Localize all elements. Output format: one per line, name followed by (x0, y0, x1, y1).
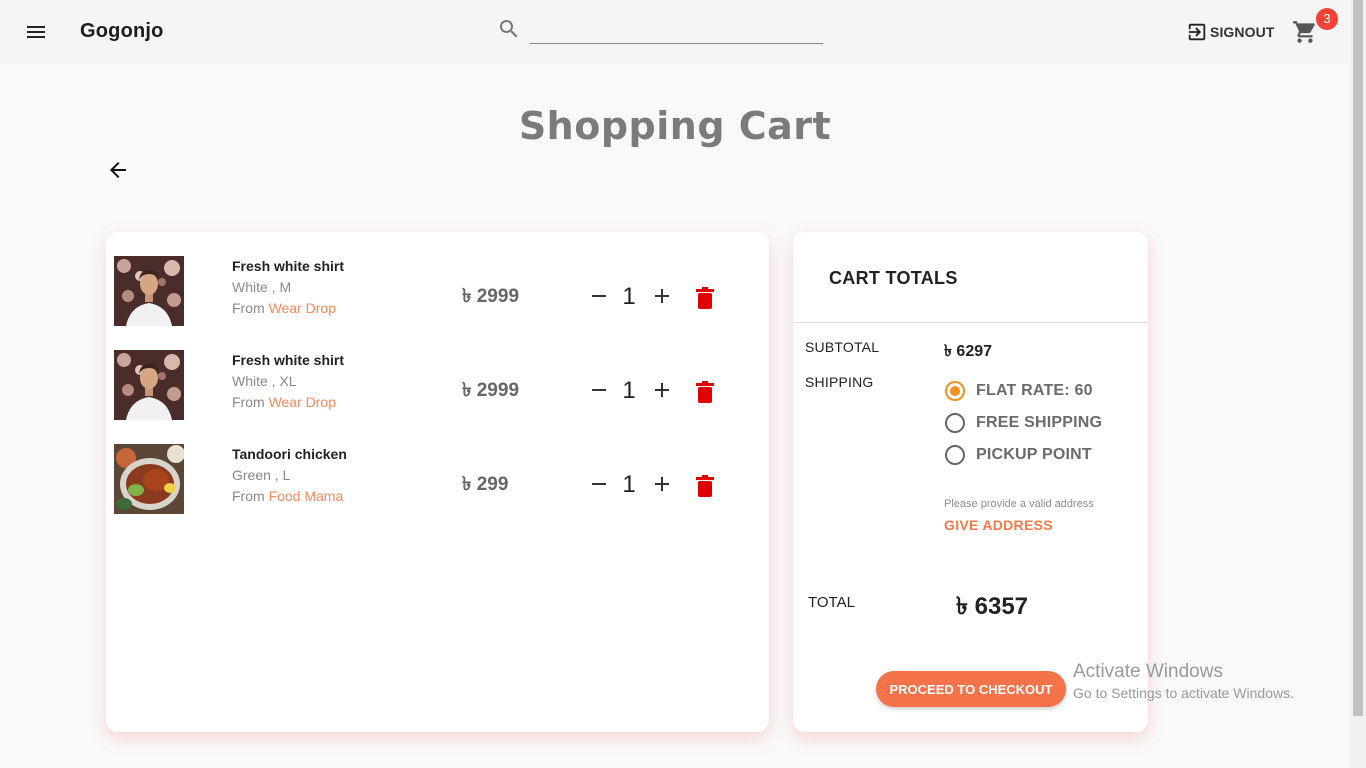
back-arrow-icon[interactable] (106, 158, 130, 182)
from-label: From (232, 488, 265, 504)
item-variant: White , XL (232, 373, 297, 389)
trash-icon[interactable] (695, 475, 715, 497)
minus-icon[interactable] (589, 286, 609, 306)
radio-selected[interactable] (945, 381, 965, 401)
radio-unselected[interactable] (945, 445, 965, 465)
quantity-value: 1 (622, 377, 636, 404)
item-name[interactable]: Tandoori chicken (232, 446, 347, 462)
shipping-option-label: FREE SHIPPING (976, 414, 1103, 431)
shipping-option-free-shipping[interactable]: FREE SHIPPING (945, 412, 1102, 434)
page-title: Shopping Cart (518, 104, 832, 148)
watermark-title: Activate Windows (1073, 661, 1223, 682)
shipping-option-pickup-point[interactable]: PICKUP POINT (945, 444, 1092, 466)
from-label: From (232, 300, 265, 316)
signout-button[interactable]: SIGNOUT (1186, 20, 1274, 44)
page-scrollbar[interactable] (1350, 0, 1366, 768)
plus-icon[interactable] (652, 474, 672, 494)
proceed-to-checkout-button[interactable]: PROCEED TO CHECKOUT (876, 671, 1066, 707)
item-variant: Green , L (232, 467, 291, 483)
shipping-option-flat-rate[interactable]: FLAT RATE: 60 (945, 380, 1093, 402)
item-name[interactable]: Fresh white shirt (232, 352, 344, 368)
cart-item: Fresh white shirt White , M From Wear Dr… (114, 256, 754, 326)
item-price: ৳ 299 (462, 474, 509, 495)
search-input[interactable] (530, 16, 823, 44)
item-shop: From Food Mama (232, 488, 343, 504)
activate-windows-watermark: Activate Windows Go to Settings to activ… (1073, 661, 1294, 701)
total-value: ৳ 6357 (956, 593, 1029, 620)
item-price: ৳ 2999 (462, 286, 520, 307)
item-variant: White , M (232, 279, 292, 295)
shop-link[interactable]: Food Mama (269, 488, 344, 504)
product-image (114, 350, 184, 420)
quantity-value: 1 (622, 471, 636, 498)
quantity-value: 1 (622, 283, 636, 310)
shipping-option-label: FLAT RATE: 60 (976, 382, 1093, 399)
cart-totals-title: CART TOTALS (829, 268, 958, 288)
divider (793, 322, 1148, 323)
watermark-subtitle: Go to Settings to activate Windows. (1073, 685, 1294, 701)
shop-link[interactable]: Wear Drop (269, 300, 336, 316)
item-shop: From Wear Drop (232, 300, 336, 316)
cart-items-panel: Fresh white shirt White , M From Wear Dr… (106, 232, 769, 732)
cart-totals-panel: CART TOTALS SUBTOTAL ৳ 6297 SHIPPING FLA… (793, 232, 1148, 732)
cart-icon[interactable] (1292, 19, 1318, 45)
item-shop: From Wear Drop (232, 394, 336, 410)
subtotal-label: SUBTOTAL (805, 339, 880, 355)
subtotal-value: ৳ 6297 (944, 343, 993, 360)
radio-unselected[interactable] (945, 413, 965, 433)
product-image (114, 256, 184, 326)
shipping-option-label: PICKUP POINT (976, 446, 1092, 463)
shop-link[interactable]: Wear Drop (269, 394, 336, 410)
item-price: ৳ 2999 (462, 380, 520, 401)
trash-icon[interactable] (695, 381, 715, 403)
total-label: TOTAL (808, 594, 855, 611)
signout-label: SIGNOUT (1210, 24, 1275, 40)
app-bar: Gogonjo SIGNOUT 3 (0, 0, 1350, 64)
scrollbar-thumb[interactable] (1353, 0, 1363, 716)
signout-icon (1188, 23, 1206, 41)
minus-icon[interactable] (589, 474, 609, 494)
give-address-button[interactable]: GIVE ADDRESS (944, 517, 1053, 533)
address-note: Please provide a valid address (944, 498, 1094, 510)
product-image (114, 444, 184, 514)
search-icon (497, 17, 521, 41)
plus-icon[interactable] (652, 380, 672, 400)
cart-item: Tandoori chicken Green , L From Food Mam… (114, 444, 754, 514)
from-label: From (232, 394, 265, 410)
brand-title[interactable]: Gogonjo (80, 20, 164, 43)
minus-icon[interactable] (589, 380, 609, 400)
cart-item: Fresh white shirt White , XL From Wear D… (114, 350, 754, 420)
item-name[interactable]: Fresh white shirt (232, 258, 344, 274)
shipping-label: SHIPPING (805, 374, 874, 390)
plus-icon[interactable] (652, 286, 672, 306)
menu-icon[interactable] (24, 20, 48, 44)
cart-count-badge: 3 (1316, 8, 1338, 30)
trash-icon[interactable] (695, 287, 715, 309)
